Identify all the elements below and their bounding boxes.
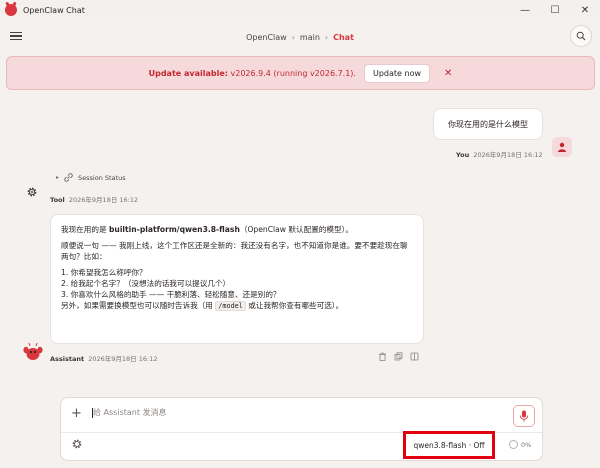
message-input[interactable] [93, 408, 473, 417]
microphone-icon [519, 410, 529, 422]
breadcrumb-main[interactable]: main [300, 33, 320, 42]
assistant-meta: Assistant 2026年9月18日 16:12 [50, 353, 157, 363]
tool-sender-name: Tool [50, 196, 65, 204]
message-actions [378, 352, 419, 361]
update-version-text: v2026.9.4 (running v2026.7.1). [227, 68, 356, 78]
assistant-text: 另外，如果需要换模型也可以随时告诉我（用 [61, 301, 216, 310]
voice-input-button[interactable] [513, 405, 535, 427]
assistant-sender-name: Assistant [50, 355, 85, 363]
assistant-message-bubble: 我现在用的是 builtin-platform/qwen3.8-flash（Op… [50, 214, 424, 344]
close-window-button[interactable]: ✕ [570, 0, 600, 20]
update-label: Update available: [148, 68, 228, 78]
window-title: OpenClaw Chat [23, 5, 85, 15]
assistant-list: 1. 你希望我怎么称呼你？ 2. 给我起个名字？（没想法的话我可以提议几个） 3… [61, 267, 413, 300]
close-icon[interactable]: ✕ [444, 68, 452, 79]
maximize-button[interactable]: ☐ [540, 0, 570, 20]
person-icon [558, 142, 566, 152]
user-sender-name: You [456, 151, 470, 159]
chat-header: OpenClaw › main › Chat [0, 22, 600, 52]
user-message-text: 你现在用的是什么模型 [448, 119, 528, 129]
delete-icon[interactable] [378, 352, 387, 361]
gear-icon [27, 187, 37, 197]
link-icon [64, 173, 73, 182]
model-selector-label: qwen3.8-flash · Off [413, 440, 485, 450]
assistant-paragraph-2: 顺便说一句 —— 我刚上线，这个工作区还是全新的：我还没有名字，也不知道你是谁。… [61, 241, 408, 261]
session-status-label: Session Status [78, 173, 126, 182]
assistant-text: 或让我帮你查有哪些可选）。 [245, 301, 344, 310]
window-controls: — ☐ ✕ [510, 0, 600, 20]
hamburger-menu-icon[interactable] [10, 30, 22, 42]
session-status-toggle[interactable]: ▸ Session Status [56, 173, 126, 182]
list-item: 3. 你喜欢什么风格的助手 —— 干脆利落、轻松随意、还是别的？ [61, 290, 281, 299]
breadcrumb-separator: › [291, 32, 295, 42]
breadcrumb-chat: Chat [333, 32, 354, 42]
model-selector[interactable]: qwen3.8-flash · Off [403, 431, 495, 459]
model-name: builtin-platform/qwen3.8-flash [108, 225, 240, 234]
composer-settings-button[interactable] [71, 438, 83, 450]
expand-icon[interactable] [410, 352, 419, 361]
assistant-avatar [22, 342, 44, 362]
chevron-right-icon: ▸ [56, 174, 60, 181]
update-banner: Update available: v2026.9.4 (running v20… [6, 56, 595, 90]
search-icon [576, 31, 586, 41]
context-usage-label: 0% [521, 440, 532, 449]
assistant-footer: 另外，如果需要换模型也可以随时告诉我（用 /model 或让我帮你查有哪些可选）… [61, 300, 413, 312]
assistant-paragraph-1: 我现在用的是 builtin-platform/qwen3.8-flash（Op… [61, 224, 413, 235]
breadcrumb-separator: › [324, 32, 329, 42]
update-message: Update available: v2026.9.4 (running v20… [149, 69, 356, 78]
user-timestamp: 2026年9月18日 16:12 [473, 151, 543, 159]
gear-icon [72, 439, 82, 449]
assistant-text: （OpenClaw 默认配置的模型）。 [239, 225, 353, 234]
tool-avatar [23, 183, 41, 201]
tool-timestamp: 2026年9月18日 16:12 [68, 196, 139, 204]
context-ring-icon [509, 440, 518, 449]
list-item: 2. 给我起个名字？（没想法的话我可以提议几个） [61, 279, 231, 288]
update-now-button[interactable]: Update now [363, 63, 431, 83]
minimize-button[interactable]: — [510, 0, 540, 20]
title-bar: OpenClaw Chat — ☐ ✕ [0, 0, 600, 20]
add-attachment-icon[interactable]: + [71, 406, 82, 421]
breadcrumb: OpenClaw › main › Chat [246, 33, 354, 42]
message-composer: + qwen3.8-flash · Off 0% [60, 397, 543, 461]
context-usage-indicator: 0% [509, 440, 531, 449]
search-button[interactable] [570, 25, 592, 47]
user-message-meta: You 2026年9月18日 16:12 [456, 149, 543, 159]
assistant-timestamp: 2026年9月18日 16:12 [88, 355, 158, 363]
lobster-icon [5, 4, 17, 16]
user-avatar [552, 137, 572, 157]
tool-meta: Tool 2026年9月18日 16:12 [50, 194, 138, 204]
list-item: 1. 你希望我怎么称呼你？ [61, 268, 147, 277]
lobster-icon [23, 342, 43, 360]
inline-code: /model [215, 301, 246, 311]
breadcrumb-openclaw[interactable]: OpenClaw [246, 33, 287, 42]
user-message-bubble: 你现在用的是什么模型 [433, 108, 543, 140]
assistant-text: 我现在用的是 [61, 225, 109, 234]
copy-icon[interactable] [394, 352, 403, 361]
